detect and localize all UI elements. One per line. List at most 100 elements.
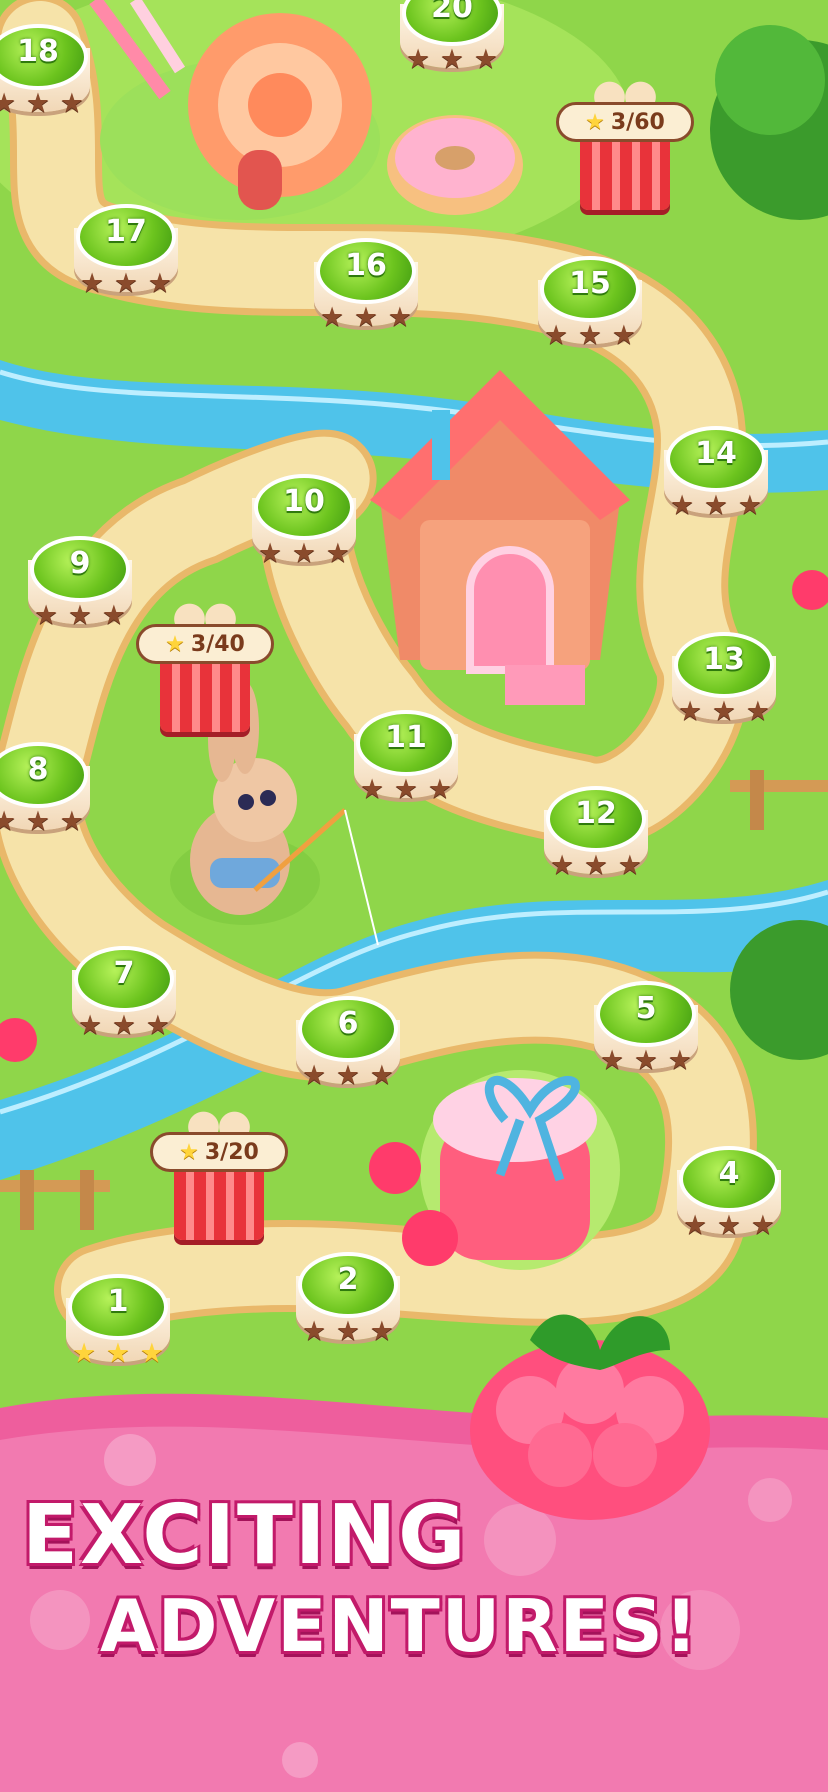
level-1-button[interactable]: 1 ★ ★ ★ — [62, 1268, 174, 1386]
level-stars: ★ ★ ★ — [550, 852, 642, 879]
level-stars: ★ ★ ★ — [320, 304, 412, 331]
star-icon: ★ — [25, 88, 51, 119]
star-icon: ★ — [406, 44, 431, 75]
level-4-button[interactable]: 4 ★ ★ ★ — [673, 1140, 785, 1258]
level-8-button[interactable]: 8 ★ ★ ★ — [0, 736, 94, 854]
chest-progress-banner: ★ 3/20 — [150, 1132, 288, 1172]
promo-title-line2: ADVENTURES! — [100, 1584, 700, 1668]
level-5-button[interactable]: 5 ★ ★ ★ — [590, 975, 702, 1093]
level-20-button[interactable]: 20 ★ ★ ★ — [396, 0, 508, 92]
level-number: 16 — [345, 248, 387, 283]
star-icon: ★ — [335, 1316, 361, 1347]
level-number: 15 — [569, 266, 611, 301]
star-icon: ★ — [145, 1010, 170, 1041]
level-stars: ★ ★ ★ — [670, 492, 762, 519]
star-icon: ★ — [179, 1139, 199, 1165]
level-stars: ★ ★ ★ — [683, 1212, 775, 1239]
level-13-button[interactable]: 13 ★ ★ ★ — [668, 626, 780, 744]
level-number: 20 — [431, 0, 473, 25]
level-2-button[interactable]: 2 ★ ★ ★ — [292, 1246, 404, 1364]
level-stars: ★ ★ ★ — [78, 1012, 170, 1039]
level-18-button[interactable]: 18 ★ ★ ★ — [0, 18, 94, 136]
star-icon: ★ — [105, 1338, 131, 1369]
star-icon: ★ — [291, 538, 317, 569]
reward-chest-40[interactable]: ★ 3/40 — [136, 590, 274, 740]
level-map: 1 ★ ★ ★ 2 ★ ★ ★ 4 ★ ★ ★ 5 ★ ★ ★ 6 ★ ★ ★ 7 ★ ★ ★ 8 ★ ★ ★ 9 ★ ★ ★ … — [0, 0, 828, 1792]
chest-progress-text: 3/20 — [204, 1139, 259, 1165]
star-icon: ★ — [703, 490, 729, 521]
level-16-button[interactable]: 16 ★ ★ ★ — [310, 232, 422, 350]
raspberry-icon — [470, 1314, 710, 1520]
level-stars: ★ ★ ★ — [360, 776, 452, 803]
level-stars: ★ ★ ★ — [302, 1062, 394, 1089]
star-icon: ★ — [302, 1316, 327, 1347]
level-number: 18 — [17, 34, 59, 69]
level-stars: ★ ★ ★ — [406, 46, 498, 73]
level-stars: ★ ★ ★ — [34, 602, 126, 629]
star-icon: ★ — [139, 1338, 164, 1369]
star-icon: ★ — [550, 850, 575, 881]
level-number: 5 — [635, 991, 657, 1026]
star-icon: ★ — [439, 44, 465, 75]
star-icon: ★ — [750, 1210, 775, 1241]
star-icon: ★ — [0, 806, 17, 837]
star-icon: ★ — [544, 320, 569, 351]
star-icon: ★ — [78, 1010, 103, 1041]
star-icon: ★ — [325, 538, 350, 569]
star-icon: ★ — [147, 268, 172, 299]
level-9-button[interactable]: 9 ★ ★ ★ — [24, 530, 136, 648]
star-icon: ★ — [617, 850, 642, 881]
star-icon: ★ — [369, 1316, 394, 1347]
star-icon: ★ — [600, 1045, 625, 1076]
star-icon: ★ — [67, 600, 93, 631]
star-icon: ★ — [583, 850, 609, 881]
level-number: 11 — [385, 720, 427, 755]
chest-progress-banner: ★ 3/60 — [556, 102, 694, 142]
star-icon: ★ — [711, 696, 737, 727]
level-stars: ★ ★ ★ — [0, 808, 84, 835]
level-number: 7 — [113, 956, 135, 991]
donut — [387, 115, 523, 215]
star-icon: ★ — [335, 1060, 361, 1091]
level-12-button[interactable]: 12 ★ ★ ★ — [540, 780, 652, 898]
star-icon: ★ — [393, 774, 419, 805]
promo-banner: EXCITING ADVENTURES! — [0, 1314, 828, 1792]
reward-chest-20[interactable]: ★ 3/20 — [150, 1098, 288, 1248]
star-icon: ★ — [577, 320, 603, 351]
reward-chest-60[interactable]: ★ 3/60 — [556, 68, 694, 218]
star-icon: ★ — [59, 88, 84, 119]
level-number: 13 — [703, 642, 745, 677]
level-stars: ★ ★ ★ — [258, 540, 350, 567]
level-17-button[interactable]: 17 ★ ★ ★ — [70, 198, 182, 316]
level-6-button[interactable]: 6 ★ ★ ★ — [292, 990, 404, 1108]
star-icon: ★ — [353, 302, 379, 333]
level-15-button[interactable]: 15 ★ ★ ★ — [534, 250, 646, 368]
star-icon: ★ — [34, 600, 59, 631]
level-stars: ★ ★ ★ — [600, 1047, 692, 1074]
level-number: 1 — [107, 1284, 129, 1319]
star-icon: ★ — [585, 109, 605, 135]
level-stars: ★ ★ ★ — [302, 1318, 394, 1345]
level-7-button[interactable]: 7 ★ ★ ★ — [68, 940, 180, 1058]
level-number: 8 — [27, 752, 49, 787]
star-icon: ★ — [258, 538, 283, 569]
chest-progress-banner: ★ 3/40 — [136, 624, 274, 664]
level-11-button[interactable]: 11 ★ ★ ★ — [350, 704, 462, 822]
level-stars: ★ ★ ★ — [544, 322, 636, 349]
level-number: 9 — [69, 546, 91, 581]
star-icon: ★ — [111, 1010, 137, 1041]
level-number: 6 — [337, 1006, 359, 1041]
level-14-button[interactable]: 14 ★ ★ ★ — [660, 420, 772, 538]
star-icon: ★ — [101, 600, 126, 631]
star-icon: ★ — [165, 631, 185, 657]
level-stars: ★ ★ ★ — [0, 90, 84, 117]
level-10-button[interactable]: 10 ★ ★ ★ — [248, 468, 360, 586]
level-number: 10 — [283, 484, 325, 519]
star-icon: ★ — [667, 1045, 692, 1076]
level-stars: ★ ★ ★ — [80, 270, 172, 297]
star-icon: ★ — [320, 302, 345, 333]
level-number: 4 — [718, 1156, 740, 1191]
star-icon: ★ — [360, 774, 385, 805]
chest-progress-text: 3/40 — [190, 631, 245, 657]
level-number: 2 — [337, 1262, 359, 1297]
